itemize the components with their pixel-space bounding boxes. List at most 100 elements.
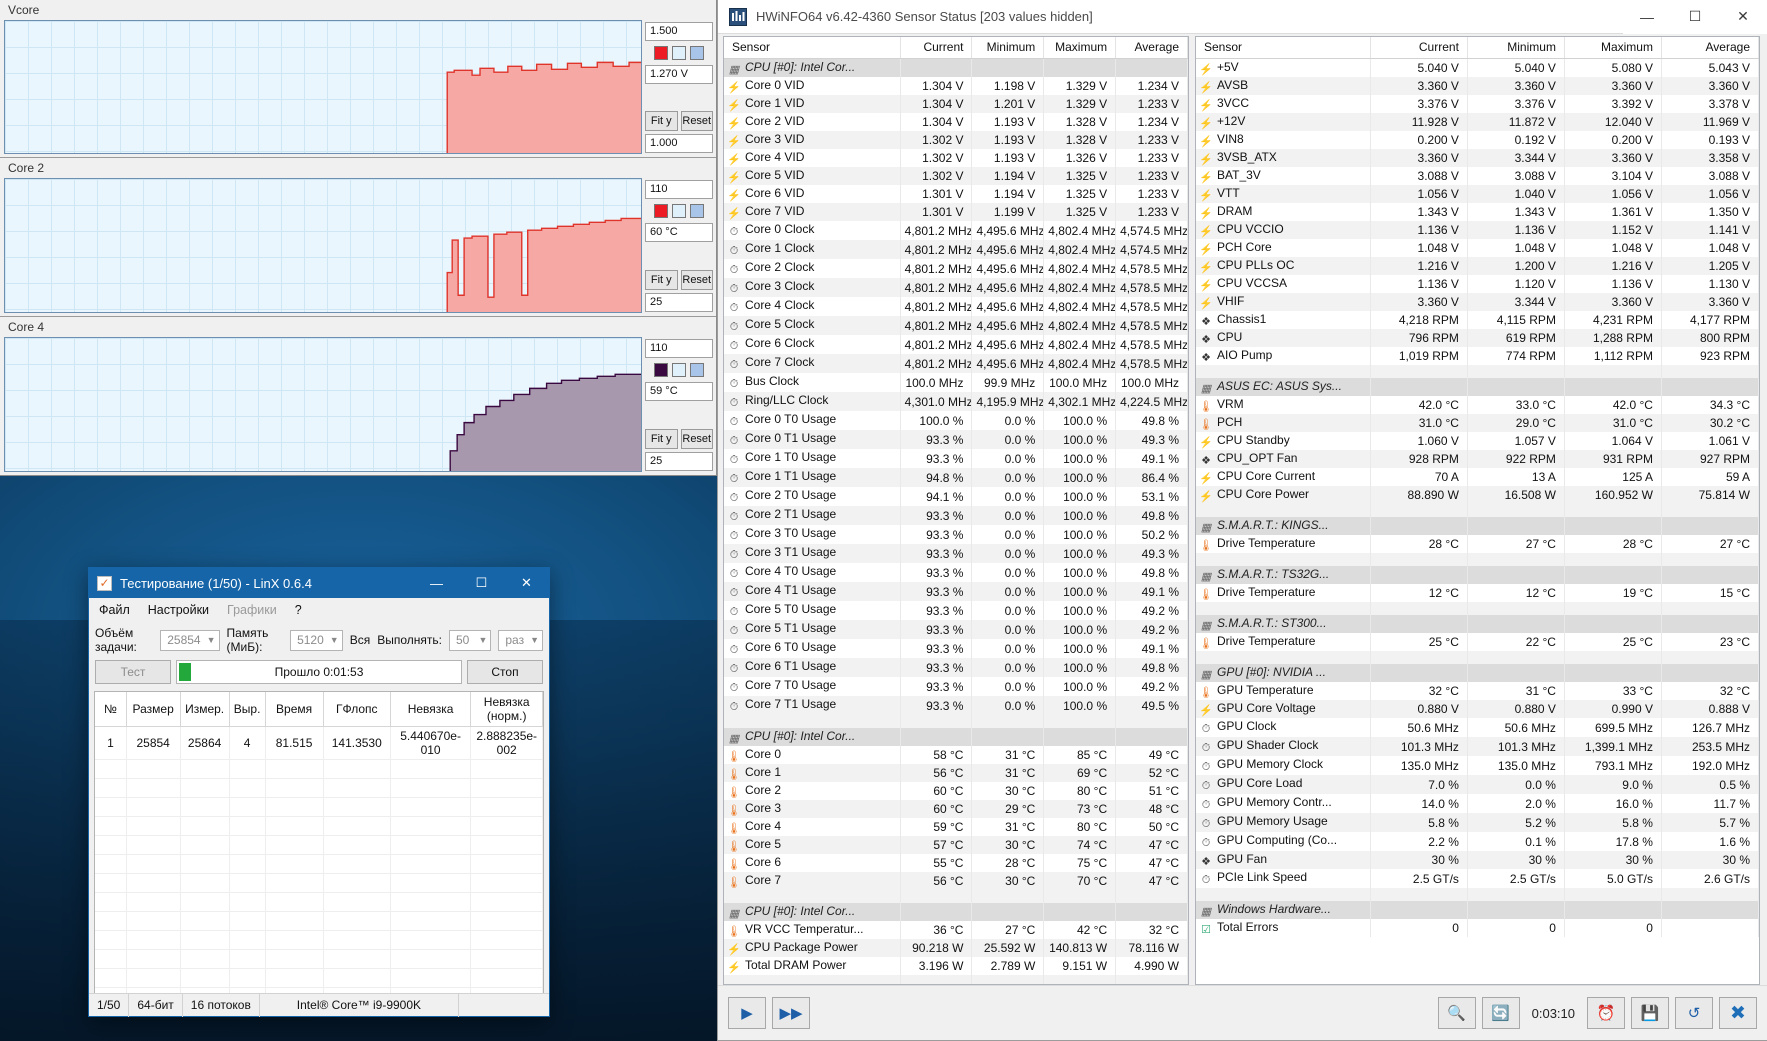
sensor-row[interactable]: ⚡ VTT 1.056 V 1.040 V 1.056 V 1.056 V [1196,185,1759,203]
runs-unit-select[interactable]: раз ▼ [498,629,544,651]
sensor-group-header[interactable]: ▦ CPU [#0]: Intel Cor... [724,58,1188,77]
graph-current-core2[interactable]: 60 °C [645,223,713,242]
sensor-row[interactable]: 🌡 Drive Temperature 28 °C 27 °C 28 °C 27 °C [1196,535,1759,553]
sensor-row[interactable]: ⏱ Core 5 Clock 4,801.2 MHz 4,495.6 MHz 4,802… [724,316,1188,335]
column-header-sensor[interactable]: Sensor [724,37,901,59]
reset-button[interactable]: Reset [680,429,713,449]
results-row[interactable]: 1 25854 25864 4 81.515 141.3530 5.440670e-010 2… [95,726,543,760]
minimize-button[interactable]: — [414,568,459,598]
sensor-row[interactable]: ⏱ Core 7 T0 Usage 93.3 % 0.0 % 100.0 % 49.2 % [724,677,1188,696]
column-header-current[interactable]: Current [900,37,973,59]
sensor-group-header[interactable]: ▦ S.M.A.R.T.: TS32G... [1196,566,1759,584]
sensor-table-column-2[interactable]: Sensor Current Minimum Maximum Average ⚡… [1195,36,1760,985]
sensor-group-header[interactable]: ▦ CPU [#0]: Intel Cor... [724,728,1188,746]
graph-current-core4[interactable]: 59 °C [645,382,713,401]
sensor-row[interactable]: 🌡 Drive Temperature 12 °C 12 °C 19 °C 15 °C [1196,584,1759,602]
sensor-row[interactable]: ⏱ Core 0 T1 Usage 93.3 % 0.0 % 100.0 % 49.3 % [724,430,1188,449]
results-column-header[interactable]: № [95,692,127,727]
graph-swatch-bg[interactable] [672,363,686,377]
sensor-row[interactable]: ⏱ GPU Core Load 7.0 % 0.0 % 9.0 % 0.5 % [1196,775,1759,794]
sensor-row[interactable]: ⏱ Core 0 T0 Usage 100.0 % 0.0 % 100.0 % 49.8 … [724,411,1188,430]
sensor-group-header[interactable]: ▦ Windows Hardware... [1196,901,1759,919]
sensor-row[interactable]: ⚡ PCH Core 1.048 V 1.048 V 1.048 V 1.048 V [1196,239,1759,257]
sensor-row[interactable]: ⏱ Core 2 T1 Usage 93.3 % 0.0 % 100.0 % 49.8 % [724,506,1188,525]
sensor-row[interactable]: ⏱ GPU Shader Clock 101.3 MHz 101.3 MHz 1,399… [1196,737,1759,756]
sensor-row[interactable]: ⏱ Core 6 Clock 4,801.2 MHz 4,495.6 MHz 4,802… [724,335,1188,354]
sensor-row[interactable]: ⚡ Core 3 VID 1.302 V 1.193 V 1.328 V 1.233 V [724,131,1188,149]
sensor-row[interactable]: ⏱ GPU Clock 50.6 MHz 50.6 MHz 699.5 MHz 126.7… [1196,718,1759,737]
stop-button[interactable]: Стоп [467,660,543,684]
sensor-group-header[interactable]: ▦ S.M.A.R.T.: ST300... [1196,615,1759,633]
sensor-row[interactable]: ⚡ Core 4 VID 1.302 V 1.193 V 1.326 V 1.233 V [724,149,1188,167]
column-header-maximum[interactable]: Maximum [1564,37,1662,59]
menu-item-file[interactable]: Файл [99,603,130,617]
sensor-row[interactable]: ⚡ GPU Core Voltage 0.880 V 0.880 V 0.990 V 0.… [1196,700,1759,718]
graph-ymax-vcore[interactable]: 1.500 [645,22,713,41]
column-header-sensor[interactable]: Sensor [1196,37,1371,59]
sensor-row[interactable]: ⏱ Core 5 T1 Usage 93.3 % 0.0 % 100.0 % 49.2 % [724,620,1188,639]
sensor-row[interactable]: ⏱ Core 4 Clock 4,801.2 MHz 4,495.6 MHz 4,802… [724,297,1188,316]
sensor-row[interactable]: ⏱ Core 1 T0 Usage 93.3 % 0.0 % 100.0 % 49.1 % [724,449,1188,468]
minimize-button[interactable]: — [1623,0,1671,34]
graph-swatch-series[interactable] [654,46,668,60]
sensor-row[interactable]: ⚡ 3VCC 3.376 V 3.376 V 3.392 V 3.378 V [1196,95,1759,113]
fit-y-button[interactable]: Fit y [645,429,678,449]
runs-select[interactable]: 50 ▼ [448,629,492,651]
sensor-row[interactable]: ⚡ 3VSB_ATX 3.360 V 3.344 V 3.360 V 3.358 V [1196,149,1759,167]
graph-ymin-vcore[interactable]: 1.000 [645,134,713,153]
sensor-row[interactable]: ❖ CPU_OPT Fan 928 RPM 922 RPM 931 RPM 927 RPM [1196,450,1759,468]
graph-plot-vcore[interactable] [4,20,642,154]
sensor-row[interactable]: ⚡ CPU PLLs OC 1.216 V 1.200 V 1.216 V 1.205 V [1196,257,1759,275]
sensor-row[interactable]: ⏱ Core 2 Clock 4,801.2 MHz 4,495.6 MHz 4,802… [724,259,1188,278]
graph-ymax-core4[interactable]: 110 [645,339,713,358]
page-next-button[interactable]: ▶▶ [772,997,810,1029]
sensor-row[interactable]: ⚡ CPU Core Current 70 A 13 A 125 A 59 A [1196,468,1759,486]
close-button[interactable]: ✕ [1719,0,1767,34]
sensor-row[interactable]: ⚡ VIN8 0.200 V 0.192 V 0.200 V 0.193 V [1196,131,1759,149]
linx-results-table[interactable]: № Размер Измер. Выр. Время ГФлопс Невязка Невяз… [94,691,544,1006]
sensor-row[interactable]: ⚡ CPU VCCIO 1.136 V 1.136 V 1.152 V 1.141 V [1196,221,1759,239]
sensor-row[interactable]: ❖ AIO Pump 1,019 RPM 774 RPM 1,112 RPM 923 RP… [1196,347,1759,365]
menu-item-settings[interactable]: Настройки [148,603,209,617]
sensor-row[interactable]: ⚡ Core 6 VID 1.301 V 1.194 V 1.325 V 1.233 V [724,185,1188,203]
sensor-row[interactable]: ⏱ PCIe Link Speed 2.5 GT/s 2.5 GT/s 5.0 GT/s… [1196,869,1759,888]
sensor-row[interactable]: 🌡 Drive Temperature 25 °C 22 °C 25 °C 23 °C [1196,633,1759,651]
sensor-row[interactable]: ⚡ +12V 11.928 V 11.872 V 12.040 V 11.969 V [1196,113,1759,131]
all-memory-label[interactable]: Вся [350,633,371,647]
sensor-row[interactable]: ⚡ AVSB 3.360 V 3.360 V 3.360 V 3.360 V [1196,77,1759,95]
sensor-row[interactable]: ⚡ CPU Standby 1.060 V 1.057 V 1.064 V 1.061 V [1196,432,1759,450]
sensor-row[interactable]: ⚡ CPU VCCSA 1.136 V 1.120 V 1.136 V 1.130 V [1196,275,1759,293]
sensor-row[interactable]: ⏱ Core 5 T0 Usage 93.3 % 0.0 % 100.0 % 49.2 % [724,601,1188,620]
graph-ymin-core2[interactable]: 25 [645,293,713,312]
sensor-row[interactable]: ⏱ Core 1 Clock 4,801.2 MHz 4,495.6 MHz 4,802… [724,240,1188,259]
sensor-row[interactable]: ⏱ GPU Memory Usage 5.8 % 5.2 % 5.8 % 5.7 % [1196,813,1759,832]
fit-y-button[interactable]: Fit y [645,270,678,290]
sensor-row[interactable]: ⚡ CPU Core Power 88.890 W 16.508 W 160.952 W… [1196,486,1759,504]
sensor-row[interactable]: ⏱ Core 1 T1 Usage 94.8 % 0.0 % 100.0 % 86.4 % [724,468,1188,487]
sensor-row[interactable]: ⏱ Core 3 T0 Usage 93.3 % 0.0 % 100.0 % 50.2 % [724,525,1188,544]
column-header-maximum[interactable]: Maximum [1043,37,1117,59]
results-column-header[interactable]: ГФлопс [323,692,391,727]
graph-swatch-bg[interactable] [672,204,686,218]
sensor-row[interactable]: ⚡ Total DRAM Power 3.196 W 2.789 W 9.151 W 4.… [724,957,1188,975]
sensor-row[interactable]: 🌡 VR VCC Temperatur... 36 °C 27 °C 42 °C 32 °… [724,921,1188,939]
reset-icon[interactable]: ↺ [1675,997,1713,1029]
sensor-row[interactable]: 🌡 Core 3 60 °C 29 °C 73 °C 48 °C [724,800,1188,818]
graph-swatch-grid[interactable] [690,46,704,60]
results-column-header[interactable]: Время [265,692,324,727]
sensor-group-header[interactable]: ▦ S.M.A.R.T.: KINGS... [1196,517,1759,535]
sensor-row[interactable]: ⏱ Core 0 Clock 4,801.2 MHz 4,495.6 MHz 4,802… [724,221,1188,240]
maximize-button[interactable]: ☐ [459,568,504,598]
reset-button[interactable]: Reset [680,270,713,290]
graph-swatch-bg[interactable] [672,46,686,60]
sensor-row[interactable]: ⚡ Core 5 VID 1.302 V 1.194 V 1.325 V 1.233 V [724,167,1188,185]
sensor-row[interactable]: ⏱ Core 7 T1 Usage 93.3 % 0.0 % 100.0 % 49.5 % [724,696,1188,715]
results-column-header[interactable]: Невязка [390,692,472,727]
task-size-select[interactable]: 25854 ▼ [160,629,220,651]
refresh-icon[interactable]: 🔄 [1481,997,1520,1029]
sensor-row[interactable]: ⏱ Core 2 T0 Usage 94.1 % 0.0 % 100.0 % 53.1 % [724,487,1188,506]
magnifier-icon[interactable]: 🔍 [1437,997,1476,1029]
save-icon[interactable]: 💾 [1631,997,1669,1029]
graph-plot-core2[interactable] [4,178,642,313]
sensor-row[interactable]: 🌡 Core 0 58 °C 31 °C 85 °C 49 °C [724,746,1188,764]
